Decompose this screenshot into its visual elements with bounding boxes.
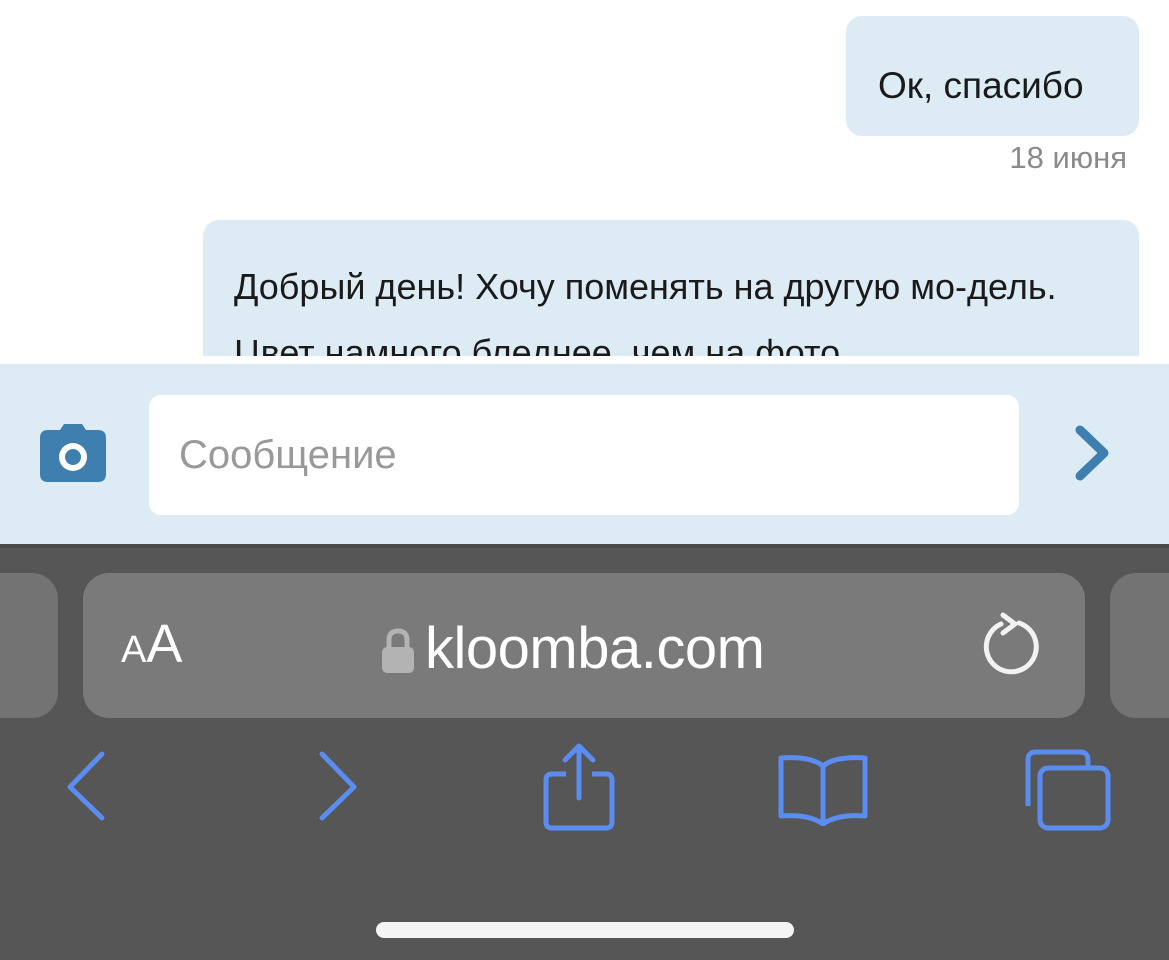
page: Ок, спасибо 18 июня Добрый день! Хочу по… <box>0 0 1169 960</box>
bookmarks-icon[interactable] <box>776 750 870 826</box>
message-input[interactable] <box>149 395 1019 515</box>
browser-bottom-bar: AA kloomba.com <box>0 544 1169 960</box>
message-text: Добрый день! Хочу поменять на другую мо-… <box>234 266 1057 356</box>
camera-icon <box>40 424 106 482</box>
message-composer <box>0 364 1169 544</box>
chevron-right-icon <box>1075 425 1109 481</box>
next-tab-preview[interactable] <box>1110 573 1169 718</box>
reload-icon <box>983 612 1039 675</box>
message-bubble-outgoing[interactable]: Ок, спасибо <box>846 16 1139 136</box>
message-bubble-outgoing[interactable]: Добрый день! Хочу поменять на другую мо-… <box>203 220 1139 356</box>
home-indicator[interactable] <box>376 922 794 938</box>
camera-button[interactable] <box>40 424 106 482</box>
back-arrow-icon[interactable] <box>62 742 108 826</box>
chat-area[interactable]: Ок, спасибо 18 июня Добрый день! Хочу по… <box>0 0 1169 356</box>
text-size-small-glyph: A <box>121 629 147 671</box>
message-text: Ок, спасибо <box>878 65 1084 106</box>
url-text: kloomba.com <box>425 615 765 681</box>
send-button[interactable] <box>1070 424 1114 482</box>
previous-tab-preview[interactable] <box>0 573 58 718</box>
lock-icon <box>382 628 414 673</box>
address-bar[interactable]: AA kloomba.com <box>83 573 1085 718</box>
tabs-icon[interactable] <box>1024 748 1112 832</box>
url-field[interactable]: kloomba.com <box>381 613 765 683</box>
text-size-large-glyph: A <box>146 614 183 674</box>
forward-arrow-icon[interactable] <box>316 742 362 826</box>
divider <box>0 544 1169 548</box>
reload-button[interactable] <box>981 611 1043 681</box>
text-size-button[interactable]: AA <box>121 613 182 683</box>
message-timestamp: 18 июня <box>1009 140 1127 175</box>
share-icon[interactable] <box>542 740 616 832</box>
